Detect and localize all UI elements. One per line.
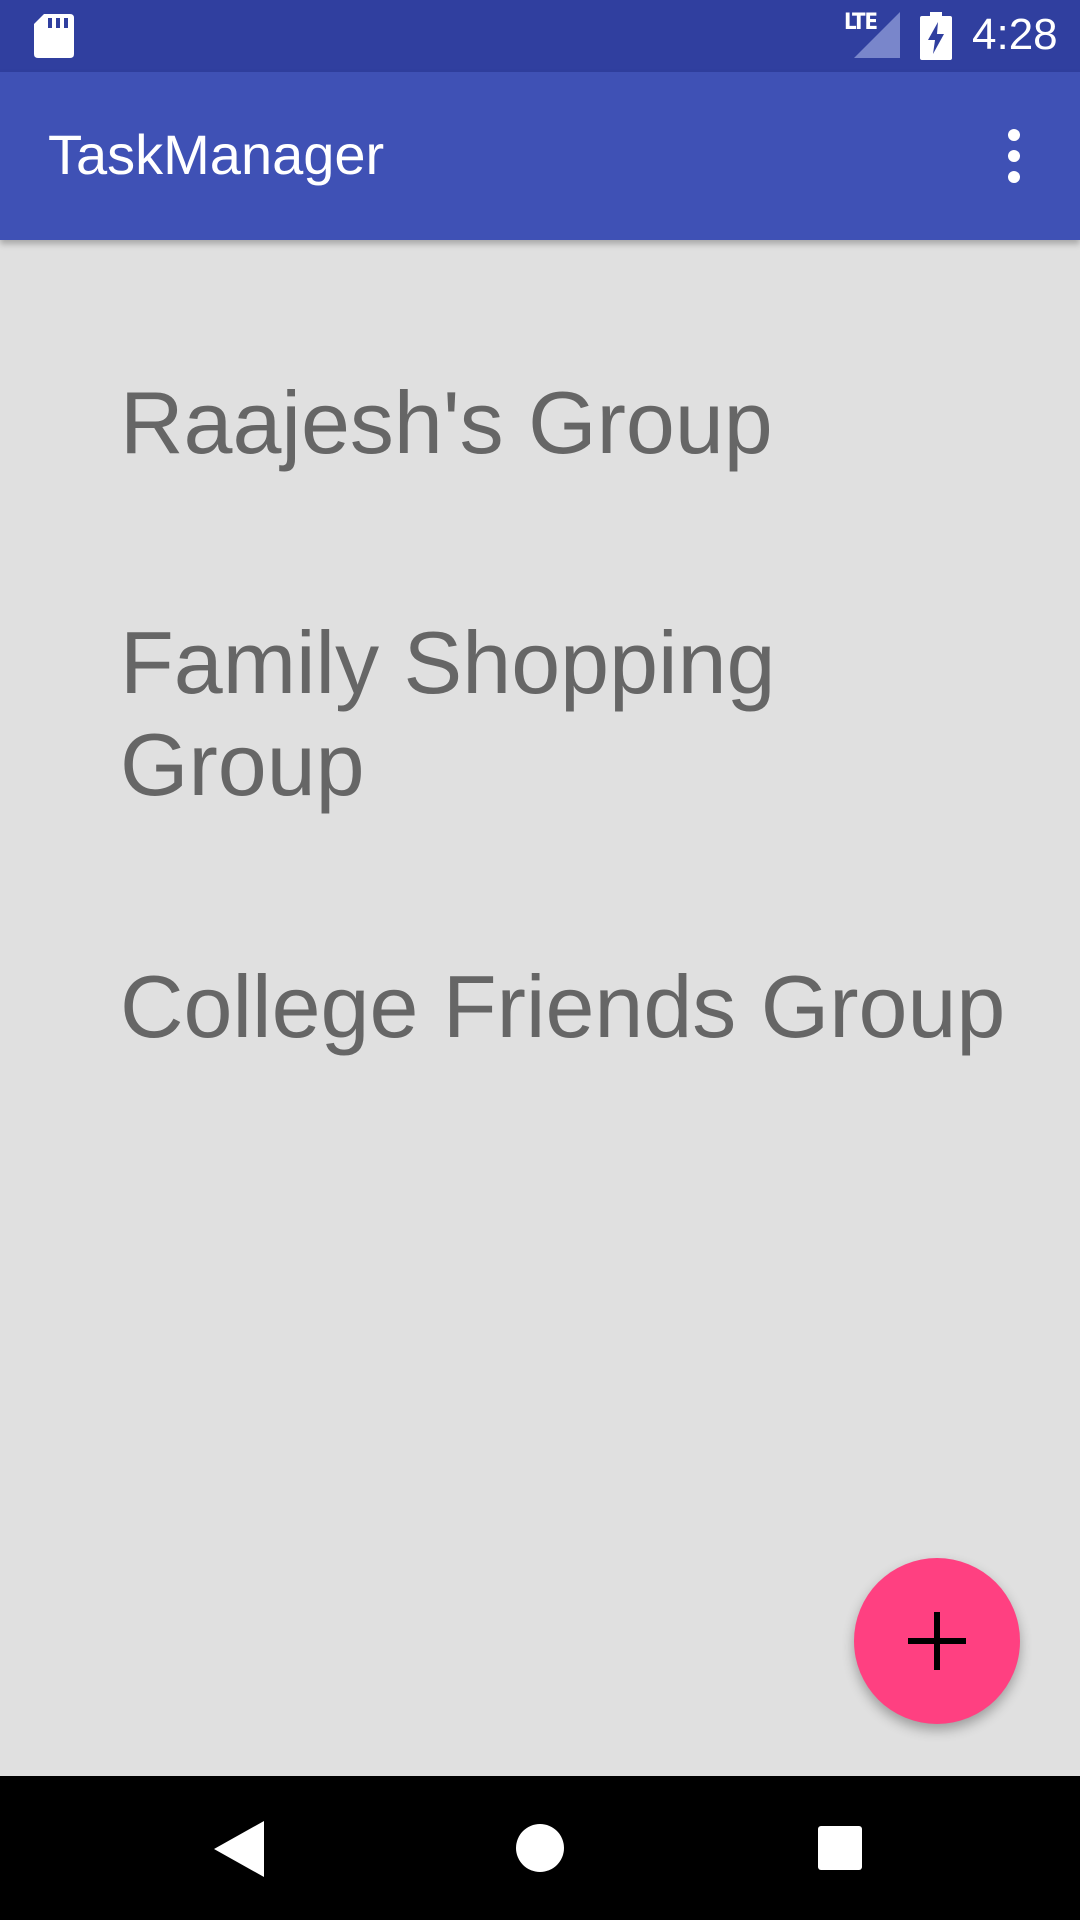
more-vert-icon[interactable]: [990, 124, 1038, 188]
back-icon[interactable]: [214, 1821, 264, 1877]
app-bar: TaskManager: [0, 72, 1080, 240]
group-item[interactable]: College Friends Group: [120, 956, 1020, 1058]
overflow-dot: [1008, 150, 1020, 162]
status-time: 4:28: [972, 10, 1058, 59]
overflow-dot: [1008, 129, 1020, 141]
sd-card-icon: [34, 14, 74, 58]
recents-icon[interactable]: [818, 1826, 862, 1870]
network-type-label: LTE: [844, 10, 878, 35]
home-icon[interactable]: [516, 1824, 564, 1872]
group-item[interactable]: Family Shopping Group: [120, 612, 1020, 816]
status-bar: LTE 4:28: [0, 0, 1080, 72]
overflow-dot: [1008, 171, 1020, 183]
battery-charging-icon: [920, 12, 952, 60]
group-item[interactable]: Raajesh's Group: [120, 372, 1020, 474]
app-title: TaskManager: [48, 123, 385, 186]
plus-icon: [908, 1612, 966, 1670]
add-group-button[interactable]: [854, 1558, 1020, 1724]
navigation-bar: [0, 1776, 1080, 1920]
